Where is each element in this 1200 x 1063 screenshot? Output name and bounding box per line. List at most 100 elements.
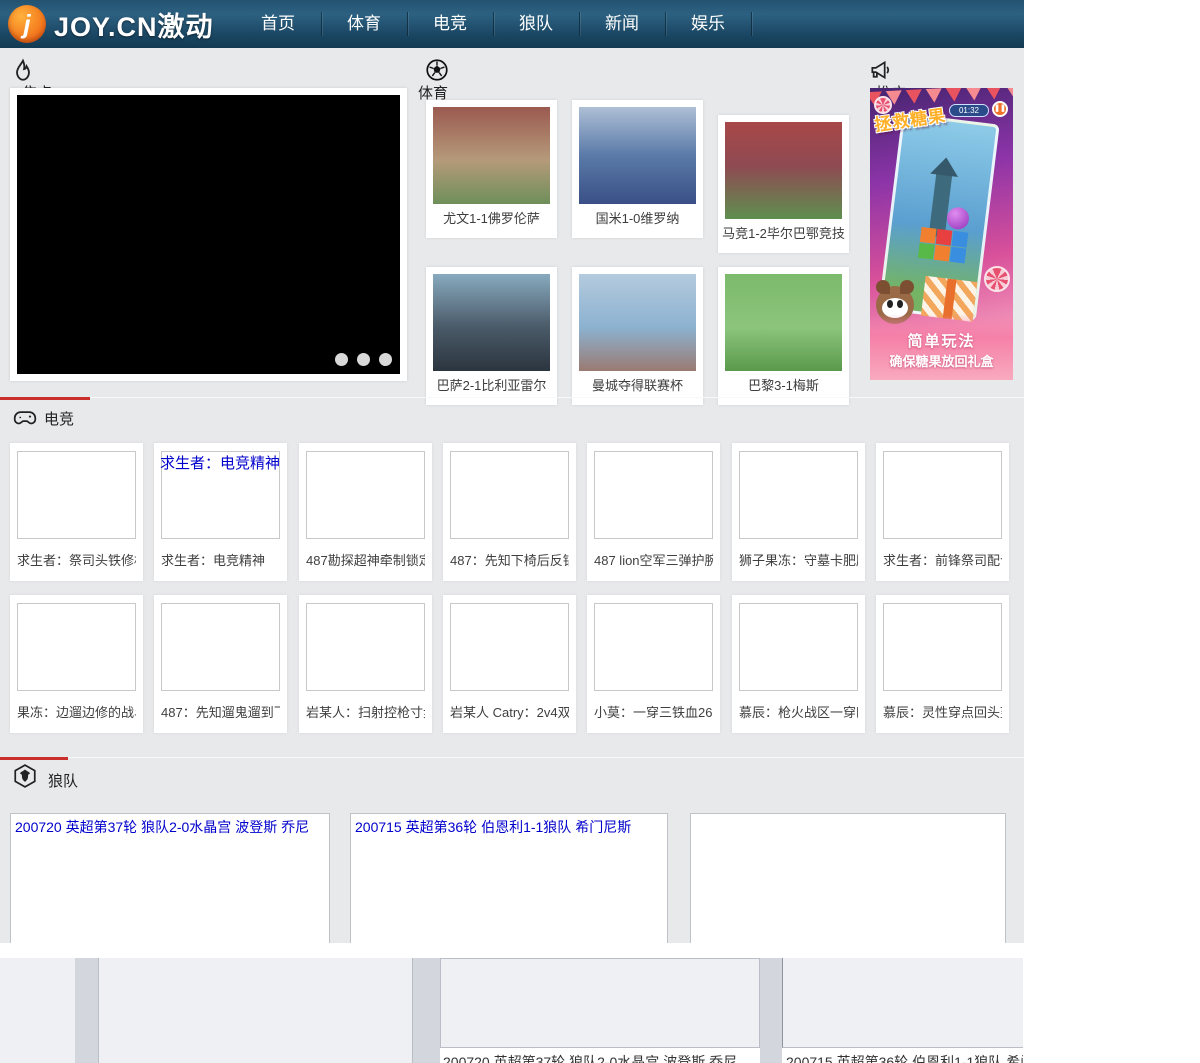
- sports-video-card[interactable]: 尤文1-1佛罗伦萨: [426, 100, 557, 238]
- ad-tagline-line2: 确保糖果放回礼盒: [870, 351, 1013, 370]
- esports-card-caption: 487 lion空军三弹护腕: [594, 550, 713, 569]
- esports-card-caption: 果冻：边遛边修的战斗: [17, 702, 136, 721]
- top-nav-bar: j JOY.CN激动 首页 体育 电竞 狼队 新闻 娱乐: [0, 0, 1024, 48]
- esports-card-caption: 487：先知下椅后反钻: [450, 550, 569, 569]
- sports-thumbnail: [579, 274, 696, 371]
- esports-card-caption: 求生者：前锋祭司配合: [883, 550, 1002, 569]
- esports-card-caption: 小莫：一穿三铁血262: [594, 702, 713, 721]
- page-root: j JOY.CN激动 首页 体育 电竞 狼队 新闻 娱乐 焦点: [0, 0, 1024, 1063]
- video-placeholder[interactable]: [782, 958, 1023, 1048]
- sports-card-caption: 巴萨2-1比利亚雷尔: [426, 375, 557, 394]
- bottom-video-strip: 200720 英超第37轮 狼队2-0水晶宫 波登斯 乔尼 200715 英超第…: [0, 943, 1024, 1063]
- megaphone-icon: [868, 57, 894, 83]
- broken-image-placeholder: [306, 451, 425, 539]
- flame-icon: [10, 58, 36, 84]
- video-screen: [17, 95, 400, 374]
- esports-accent-line: [0, 397, 90, 400]
- broken-image-placeholder: [306, 603, 425, 691]
- esports-video-card[interactable]: 487 lion空军三弹护腕: [587, 443, 720, 581]
- sports-video-card[interactable]: 巴萨2-1比利亚雷尔: [426, 267, 557, 405]
- esports-card-caption: 487勘探超神牵制锁定: [306, 550, 425, 569]
- sports-card-caption: 曼城夺得联赛杯: [572, 375, 703, 394]
- esports-card-caption: 487：先知遛鬼遛到飞: [161, 702, 280, 721]
- bottom-video-caption[interactable]: 200720 英超第37轮 狼队2-0水晶宫 波登斯 乔尼: [443, 1052, 759, 1063]
- broken-image-placeholder: [17, 603, 136, 691]
- esports-video-card[interactable]: 487：先知遛鬼遛到飞: [154, 595, 287, 733]
- ad-tagline-area: 简单玩法 确保糖果放回礼盒: [870, 314, 1013, 380]
- carousel-dots: [335, 353, 392, 366]
- esports-card-caption: 岩某人：扫射控枪寸步: [306, 702, 425, 721]
- esports-video-card[interactable]: 慕辰：枪火战区一穿四: [732, 595, 865, 733]
- ad-tagline-line1: 简单玩法: [870, 330, 1013, 351]
- sports-card-caption: 马竞1-2毕尔巴鄂竞技: [718, 223, 849, 242]
- nav-item-news[interactable]: 新闻: [580, 12, 666, 36]
- sports-video-card[interactable]: 巴黎3-1梅斯: [718, 267, 849, 405]
- broken-image-alt-link[interactable]: 求生者：电竞精神: [160, 452, 280, 473]
- sports-card-caption: 国米1-0维罗纳: [572, 208, 703, 227]
- wolves-video-box[interactable]: 200715 英超第36轮 伯恩利1-1狼队 希门尼斯: [350, 813, 668, 963]
- esports-video-card[interactable]: 果冻：边遛边修的战斗: [10, 595, 143, 733]
- site-logo-text: JOY.CN激动: [54, 5, 214, 44]
- ad-candy-ball: [946, 206, 971, 231]
- esports-video-card[interactable]: 求生者：祭司头铁修机: [10, 443, 143, 581]
- broken-image-placeholder: [883, 603, 1002, 691]
- wolves-video-link[interactable]: 200715 英超第36轮 伯恩利1-1狼队 希门尼斯: [351, 814, 667, 840]
- video-placeholder[interactable]: [98, 958, 413, 1063]
- esports-video-card[interactable]: 慕辰：灵性穿点回头望: [876, 595, 1009, 733]
- strip-separator: [760, 958, 782, 1063]
- sports-thumbnail: [725, 122, 842, 219]
- sports-video-card[interactable]: 国米1-0维罗纳: [572, 100, 703, 238]
- esports-card-caption: 慕辰：枪火战区一穿四: [739, 702, 858, 721]
- sports-video-card[interactable]: 曼城夺得联赛杯: [572, 267, 703, 405]
- site-logo[interactable]: j JOY.CN激动: [0, 5, 214, 44]
- ad-timer-badge: 01:32: [949, 104, 989, 117]
- wolves-video-box: [690, 813, 1006, 963]
- sports-thumbnail: [433, 274, 550, 371]
- carousel-dot[interactable]: [335, 353, 348, 366]
- main-menu: 首页 体育 电竞 狼队 新闻 娱乐: [236, 0, 752, 48]
- sports-thumbnail: [725, 274, 842, 371]
- esports-video-card[interactable]: 487：先知下椅后反钻: [443, 443, 576, 581]
- nav-item-wolves[interactable]: 狼队: [494, 12, 580, 36]
- wolves-video-link[interactable]: 200720 英超第37轮 狼队2-0水晶宫 波登斯 乔尼: [11, 814, 329, 840]
- wolves-section-title: 狼队: [48, 770, 78, 791]
- broken-image-placeholder: [594, 603, 713, 691]
- esports-video-card[interactable]: 岩某人：扫射控枪寸步: [299, 595, 432, 733]
- broken-image-placeholder: [883, 451, 1002, 539]
- carousel-dot[interactable]: [357, 353, 370, 366]
- esports-video-card[interactable]: 狮子果冻：守墓卡肥胖: [732, 443, 865, 581]
- sports-card-caption: 尤文1-1佛罗伦萨: [426, 208, 557, 227]
- featured-video-player[interactable]: [10, 88, 407, 381]
- esports-video-card[interactable]: 求生者：前锋祭司配合: [876, 443, 1009, 581]
- esports-video-card[interactable]: 小莫：一穿三铁血262: [587, 595, 720, 733]
- section-divider: [0, 397, 1024, 398]
- esports-video-card[interactable]: 岩某人 Catry：2v4双: [443, 595, 576, 733]
- carousel-dot[interactable]: [379, 353, 392, 366]
- lollipop-icon: [984, 266, 1010, 292]
- page-content: 焦点 体育 尤文1-1佛罗伦萨 国米1-0维罗纳 马竞1-2毕尔巴鄂竞: [0, 48, 1024, 1063]
- esports-card-caption: 慕辰：灵性穿点回头望: [883, 702, 1002, 721]
- esports-card-caption: 求生者：祭司头铁修机: [17, 550, 136, 569]
- video-placeholder[interactable]: [0, 958, 75, 1063]
- wolf-badge-icon: [12, 763, 38, 789]
- wolves-video-box[interactable]: 200720 英超第37轮 狼队2-0水晶宫 波登斯 乔尼: [10, 813, 330, 963]
- sports-video-card[interactable]: 马竞1-2毕尔巴鄂竞技: [718, 115, 849, 253]
- esports-video-card[interactable]: 487勘探超神牵制锁定: [299, 443, 432, 581]
- broken-image-placeholder: [161, 603, 280, 691]
- wolves-accent-line: [0, 757, 68, 760]
- gamepad-icon: [12, 404, 38, 430]
- sports-card-caption: 巴黎3-1梅斯: [718, 375, 849, 394]
- nav-item-entertainment[interactable]: 娱乐: [666, 12, 752, 36]
- nav-item-home[interactable]: 首页: [236, 12, 322, 36]
- video-placeholder[interactable]: [440, 958, 760, 1048]
- broken-image-placeholder: [450, 451, 569, 539]
- soccer-ball-icon: [424, 57, 450, 83]
- esports-video-card[interactable]: 求生者：电竞精神 求生者：电竞精神: [154, 443, 287, 581]
- nav-item-esports[interactable]: 电竞: [408, 12, 494, 36]
- promo-ad-banner[interactable]: 拯救糖果 01:32 ❚❚ 简单玩法 确保糖果放回礼盒: [870, 88, 1013, 380]
- section-divider: [0, 757, 1024, 758]
- bottom-video-caption[interactable]: 200715 英超第36轮 伯恩利1-1狼队 希门尼斯: [786, 1052, 1023, 1063]
- broken-image-placeholder: [594, 451, 713, 539]
- pause-button[interactable]: ❚❚: [992, 101, 1008, 117]
- nav-item-sports[interactable]: 体育: [322, 12, 408, 36]
